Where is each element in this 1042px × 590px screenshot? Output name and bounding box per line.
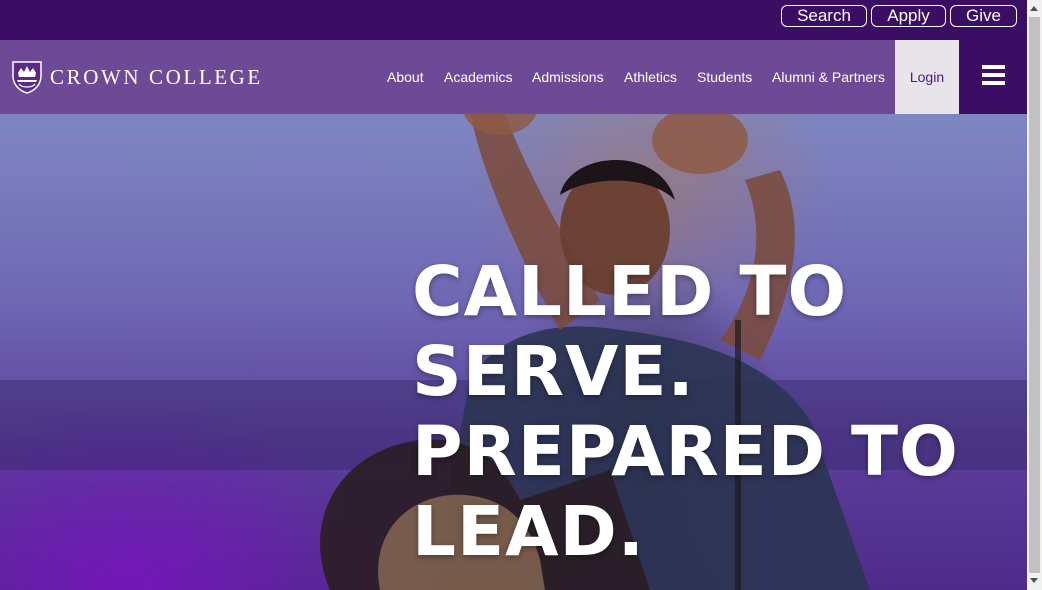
apply-button[interactable]: Apply <box>871 5 946 27</box>
nav-item-students[interactable]: Students <box>697 40 752 114</box>
scrollbar-thumb[interactable] <box>1029 17 1040 573</box>
page-scrollbar[interactable] <box>1027 0 1042 590</box>
scroll-down-arrow-icon[interactable] <box>1030 578 1038 583</box>
give-button[interactable]: Give <box>950 5 1017 27</box>
headline-line: PREPARED TO <box>412 412 959 492</box>
login-button[interactable]: Login <box>895 40 959 114</box>
headline-line: SERVE. <box>412 332 695 412</box>
crown-shield-icon <box>12 60 42 94</box>
logo-text: CROWN COLLEGE <box>50 64 263 89</box>
headline-line: LEAD. <box>412 492 645 572</box>
hero-banner: CALLED TO SERVE. PREPARED TO LEAD. <box>0 114 1027 590</box>
nav-item-admissions[interactable]: Admissions <box>532 40 604 114</box>
menu-button[interactable] <box>959 40 1027 114</box>
nav-item-alumni-partners[interactable]: Alumni & Partners <box>772 40 885 114</box>
nav-item-academics[interactable]: Academics <box>444 40 512 114</box>
search-button[interactable]: Search <box>781 5 867 27</box>
scroll-up-arrow-icon[interactable] <box>1030 6 1038 11</box>
nav-item-athletics[interactable]: Athletics <box>624 40 677 114</box>
utility-bar: Search Apply Give <box>0 0 1027 40</box>
main-header: CROWN COLLEGE About Academics Admissions… <box>0 40 1027 114</box>
site-logo[interactable]: CROWN COLLEGE <box>12 60 263 94</box>
headline-line: CALLED TO <box>412 252 848 332</box>
hero-headline: CALLED TO SERVE. PREPARED TO LEAD. <box>412 252 959 572</box>
nav-item-about[interactable]: About <box>387 40 424 114</box>
